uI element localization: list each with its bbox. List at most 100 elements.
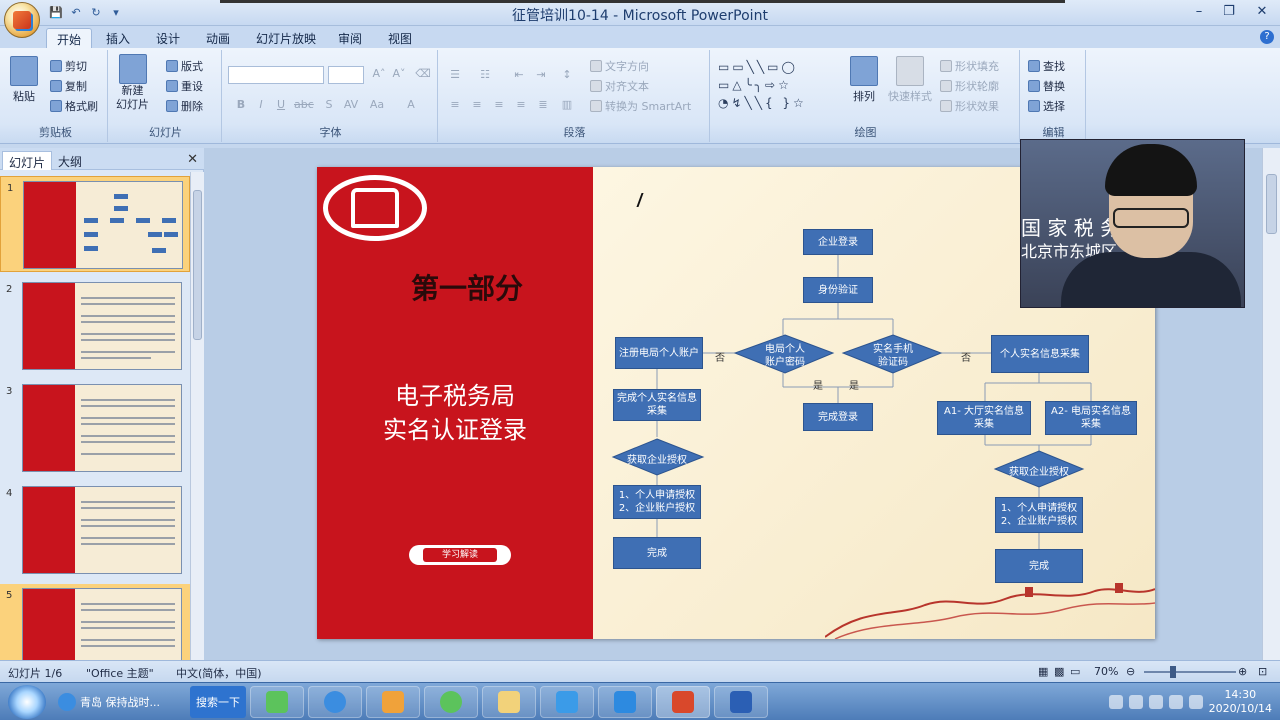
close-button[interactable]: ✕ [1244,0,1280,22]
italic-icon[interactable]: I [252,98,270,114]
underline-icon[interactable]: U [272,98,290,114]
ime-icon[interactable] [1188,695,1203,709]
network-icon[interactable] [1148,695,1163,709]
text-direction-button[interactable]: 文字方向 [590,58,649,74]
reset-button[interactable]: 重设 [166,78,203,94]
font-family-combo[interactable] [228,66,324,84]
find-button[interactable]: 查找 [1028,58,1065,74]
bold-icon[interactable]: B [232,98,250,114]
scroll-thumb[interactable] [1266,174,1277,234]
char-spacing-icon[interactable]: AV [342,98,360,114]
tab-animations[interactable]: 动画 [196,28,240,48]
bullets-icon[interactable]: ☰ [446,68,464,84]
volume-icon[interactable] [1168,695,1183,709]
word-button[interactable] [714,686,768,718]
wechat-button[interactable] [424,686,478,718]
zoom-in-icon[interactable]: ⊕ [1238,665,1247,678]
decrease-indent-icon[interactable]: ⇤ [510,68,528,84]
tab-view[interactable]: 视图 [378,28,422,48]
tab-slideshow[interactable]: 幻灯片放映 [246,28,326,48]
media-player-button[interactable] [250,686,304,718]
shape-outline-button[interactable]: 形状轮廓 [940,78,999,94]
close-pane-icon[interactable]: ✕ [187,152,198,167]
align-text-button[interactable]: 对齐文本 [590,78,649,94]
tab-design[interactable]: 设计 [146,28,190,48]
system-tray: 14:30 2020/10/14 [1108,683,1280,720]
minimize-button[interactable]: – [1184,0,1214,22]
arrange-button[interactable]: 排列 [850,56,878,104]
shape-fill-button[interactable]: 形状填充 [940,58,999,74]
select-button[interactable]: 选择 [1028,98,1065,114]
messenger-button[interactable] [540,686,594,718]
cut-button[interactable]: 剪切 [50,58,87,74]
office-button[interactable] [4,2,40,38]
zoom-level[interactable]: 70% [1094,665,1118,678]
tab-home[interactable]: 开始 [46,28,93,48]
tab-slides-pane[interactable]: 幻灯片 [2,151,53,170]
fit-slide-icon[interactable]: ⊡ [1258,665,1267,678]
tab-outline-pane[interactable]: 大纲 [52,151,88,170]
align-center-icon[interactable]: ≡ [468,98,486,114]
slide-thumbnail-1[interactable]: 1 [0,176,190,272]
replace-button[interactable]: 替换 [1028,78,1065,94]
grow-font-icon[interactable]: A˄ [370,67,388,83]
new-slide-button[interactable]: 新建 幻灯片 [116,54,149,112]
distribute-icon[interactable]: ≣ [534,98,552,114]
change-case-icon[interactable]: Aa [368,98,386,114]
line-spacing-icon[interactable]: ↕ [558,68,576,84]
flow-get-auth-left: 获取企业授权 [627,455,687,466]
tray-arrow-icon[interactable] [1108,695,1123,709]
canvas-scrollbar[interactable] [1262,148,1280,660]
zoom-slider-thumb[interactable] [1170,666,1176,678]
app-button[interactable] [366,686,420,718]
shield-icon[interactable] [1128,695,1143,709]
app-icon [382,691,404,713]
shapes-gallery[interactable]: ▭▭╲╲▭◯ ▭△╰╮⇨☆ ◔↯╲╲{ }☆ [718,58,834,114]
columns-icon[interactable]: ▥ [558,98,576,114]
text-direction-icon [590,60,602,72]
layout-button[interactable]: 版式 [166,58,203,74]
scroll-thumb[interactable] [193,190,202,340]
zoom-out-icon[interactable]: ⊖ [1126,665,1135,678]
slide-thumbnail-4[interactable]: 4 [0,482,190,578]
sorter-view-icon[interactable]: ▩ [1054,665,1064,678]
taskbar-ie-window[interactable]: 青岛 保持战时... [58,686,160,718]
powerpoint-button[interactable] [656,686,710,718]
align-right-icon[interactable]: ≡ [490,98,508,114]
shadow-icon[interactable]: S [320,98,338,114]
slide-thumbnail-5[interactable]: 5 [0,584,190,660]
clear-format-icon[interactable]: ⌫ [414,67,432,83]
shrink-font-icon[interactable]: A˅ [390,67,408,83]
format-painter-button[interactable]: 格式刷 [50,98,98,114]
slide-thumbnail-2[interactable]: 2 [0,278,190,374]
meeting-button[interactable] [598,686,652,718]
explorer-button[interactable] [482,686,536,718]
zoom-slider[interactable] [1144,671,1236,673]
shape-effects-button[interactable]: 形状效果 [940,98,999,114]
help-icon[interactable]: ? [1260,30,1274,44]
search-button[interactable]: 搜索一下 [190,686,246,718]
copy-button[interactable]: 复制 [50,78,87,94]
browser-button[interactable] [308,686,362,718]
justify-icon[interactable]: ≡ [512,98,530,114]
start-button[interactable] [8,685,46,719]
convert-smartart-button[interactable]: 转换为 SmartArt [590,98,691,114]
quick-styles-button[interactable]: 快速样式 [888,56,932,104]
slide-thumbnail-3[interactable]: 3 [0,380,190,476]
font-size-combo[interactable] [328,66,364,84]
clock[interactable]: 14:30 2020/10/14 [1209,688,1272,716]
slideshow-view-icon[interactable]: ▭ [1070,665,1080,678]
delete-slide-button[interactable]: 删除 [166,98,203,114]
numbering-icon[interactable]: ☷ [476,68,494,84]
thumbnail-scrollbar[interactable] [190,172,204,660]
language-indicator[interactable]: 中文(简体，中国) [176,665,262,681]
tab-insert[interactable]: 插入 [96,28,140,48]
increase-indent-icon[interactable]: ⇥ [532,68,550,84]
paste-button[interactable]: 粘贴 [10,56,38,104]
align-left-icon[interactable]: ≡ [446,98,464,114]
tab-review[interactable]: 审阅 [328,28,372,48]
restore-button[interactable]: ❐ [1214,0,1244,22]
normal-view-icon[interactable]: ▦ [1038,665,1048,678]
font-color-icon[interactable]: A [402,98,420,114]
strikethrough-icon[interactable]: abc [294,98,314,114]
